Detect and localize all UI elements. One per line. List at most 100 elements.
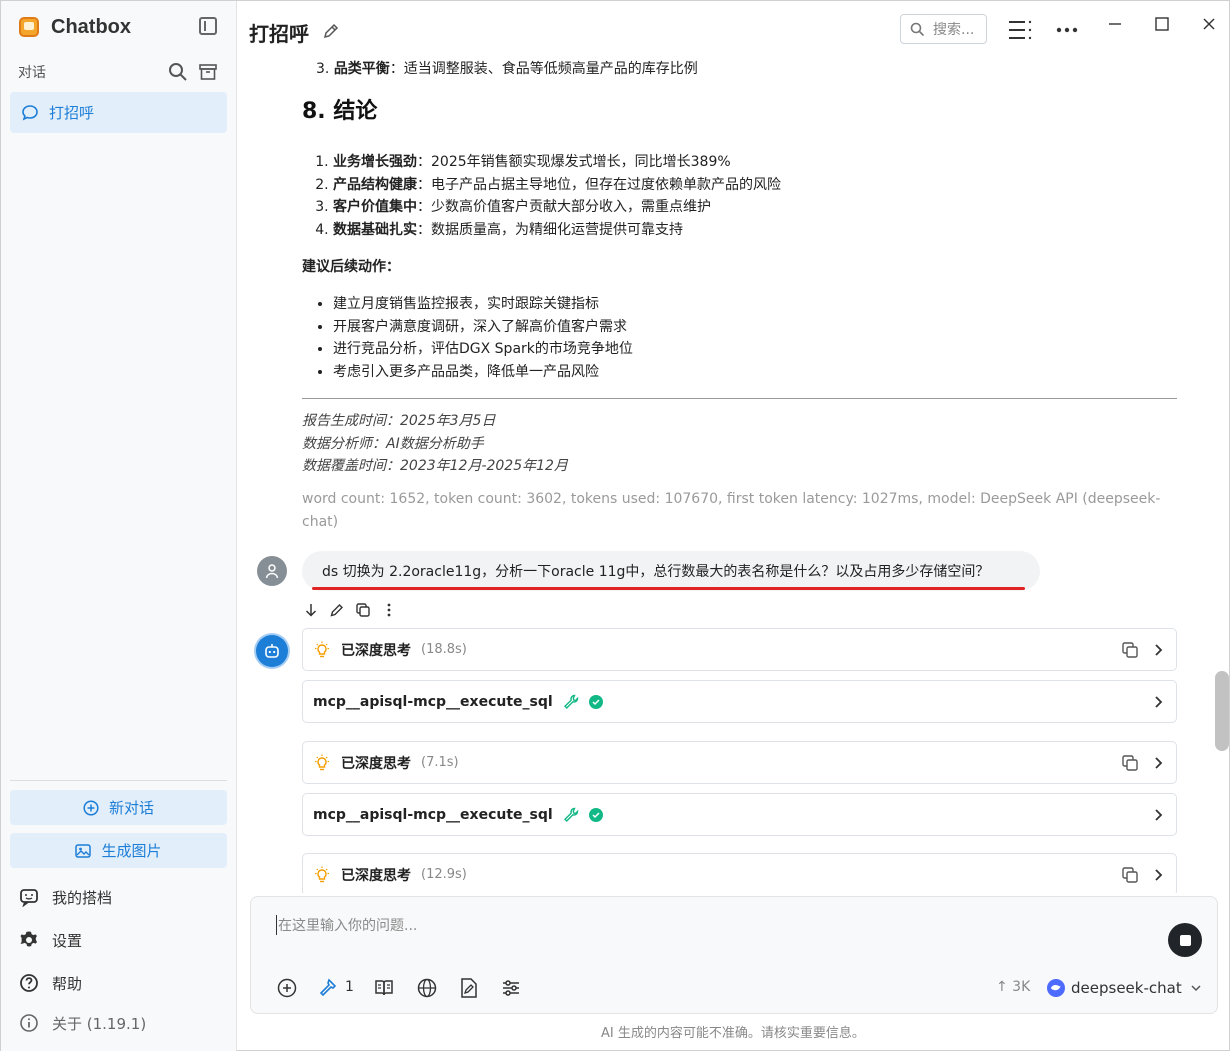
thinking-label: 已深度思考	[341, 755, 411, 772]
generate-image-label: 生成图片	[101, 842, 162, 860]
horizontal-rule	[302, 398, 1177, 399]
list-item: 开展客户满意度调研，深入了解高价值客户需求	[333, 316, 1177, 339]
new-chat-label: 新对话	[108, 799, 154, 817]
plus-circle-icon	[83, 799, 99, 816]
list-item: 建立月度销售监控报表，实时跟踪关键指标	[333, 293, 1177, 316]
minimize-icon[interactable]	[1102, 11, 1128, 37]
check-circle-icon	[588, 807, 603, 822]
document-edit-icon[interactable]	[458, 977, 480, 999]
attach-icon[interactable]	[276, 977, 298, 999]
thinking-card[interactable]: 已深度思考 (12.9s)	[302, 853, 1177, 893]
new-chat-button[interactable]: 新对话	[10, 790, 227, 825]
tools-hammer-icon[interactable]	[317, 977, 339, 999]
thinking-duration: (12.9s)	[421, 867, 467, 882]
chat-bubble-icon	[22, 104, 38, 120]
message-actions	[303, 600, 397, 620]
chevron-right-icon[interactable]	[1150, 807, 1166, 823]
my-copilots-link[interactable]: 我的搭档	[19, 885, 112, 909]
arrow-down-icon[interactable]	[303, 602, 319, 618]
section-heading: 8. 结论	[302, 99, 378, 124]
wrench-icon	[563, 807, 578, 822]
archive-icon[interactable]	[199, 63, 217, 81]
more-options-icon[interactable]	[1054, 17, 1080, 43]
tool-call-card[interactable]: mcp__apisql-mcp__execute_sql	[302, 680, 1177, 723]
gear-icon	[19, 930, 39, 950]
info-icon	[19, 1013, 39, 1033]
chevron-down-icon	[1191, 985, 1201, 992]
sidebar: Chatbox 对话 打招呼 新对话 生成图片 我的搭档 设置 帮助 关于 (1…	[1, 1, 237, 1051]
check-circle-icon	[588, 694, 603, 709]
chevron-right-icon[interactable]	[1150, 694, 1166, 710]
lightbulb-icon	[315, 754, 329, 770]
tool-call-label: mcp__apisql-mcp__execute_sql	[313, 806, 553, 823]
token-estimate: ↑ 3K	[996, 979, 1031, 995]
collapse-sidebar-icon[interactable]	[199, 17, 217, 35]
generate-image-button[interactable]: 生成图片	[10, 833, 227, 868]
edit-icon[interactable]	[329, 602, 345, 618]
knowledge-book-icon[interactable]	[373, 977, 395, 999]
model-name: deepseek-chat	[1071, 979, 1182, 997]
report-line: 数据分析师：AI数据分析助手	[302, 435, 484, 452]
close-icon[interactable]	[1196, 11, 1222, 37]
chevron-right-icon[interactable]	[1150, 867, 1166, 883]
app-window: Chatbox 对话 打招呼 新对话 生成图片 我的搭档 设置 帮助 关于 (1…	[0, 0, 1230, 1051]
list-item: 业务增长强劲：2025年销售额实现爆发式增长，同比增长389%	[333, 151, 1177, 174]
message-input[interactable]: 在这里输入你的问题...	[276, 915, 417, 935]
scrollbar-thumb[interactable]	[1215, 671, 1229, 751]
list-item: 3. 品类平衡：适当调整服装、食品等低频高量产品的库存比例	[316, 61, 698, 77]
list-item: 考虑引入更多产品品类，降低单一产品风险	[333, 361, 1177, 384]
help-icon	[19, 973, 39, 993]
list-item: 产品结构健康：电子产品占据主导地位，但存在过度依赖单款产品的风险	[333, 174, 1177, 197]
thinking-label: 已深度思考	[341, 867, 411, 884]
conversation-item[interactable]: 打招呼	[10, 92, 227, 133]
stop-generation-button[interactable]	[1168, 923, 1202, 957]
tool-call-card[interactable]: mcp__apisql-mcp__execute_sql	[302, 793, 1177, 836]
report-footer: 报告生成时间：2025年3月5日 数据分析师：AI数据分析助手 数据覆盖时间：2…	[302, 410, 1177, 478]
conversation-label: 打招呼	[49, 104, 95, 122]
brand: Chatbox	[19, 13, 131, 41]
copy-icon[interactable]	[1122, 642, 1138, 658]
more-vertical-icon[interactable]	[381, 602, 397, 618]
copy-icon[interactable]	[355, 602, 371, 618]
image-icon	[75, 843, 92, 858]
help-link[interactable]: 帮助	[19, 971, 82, 995]
thinking-duration: (7.1s)	[421, 755, 459, 770]
help-label: 帮助	[52, 974, 83, 993]
wrench-icon	[563, 694, 578, 709]
user-message-bubble: ds 切换为 2.2oracle11g，分析一下oracle 11g中，总行数最…	[302, 551, 1040, 591]
about-label: 关于 (1.19.1)	[52, 1014, 147, 1033]
header: 打招呼 搜索...	[237, 1, 1229, 59]
list-item: 客户价值集中：少数高价值客户贡献大部分收入，需重点维护	[333, 196, 1177, 219]
settings-label: 设置	[52, 931, 83, 950]
copy-icon[interactable]	[1122, 867, 1138, 883]
report-line: 数据覆盖时间：2023年12月-2025年12月	[302, 458, 568, 474]
thinking-card[interactable]: 已深度思考 (18.8s)	[302, 628, 1177, 671]
thinking-card[interactable]: 已深度思考 (7.1s)	[302, 741, 1177, 784]
thinking-duration: (18.8s)	[421, 642, 467, 657]
message-meta: word count: 1652, token count: 3602, tok…	[302, 491, 1161, 530]
report-line: 报告生成时间：2025年3月5日	[302, 413, 496, 429]
search-icon[interactable]	[168, 62, 188, 82]
edit-title-icon[interactable]	[323, 23, 339, 39]
user-icon	[265, 564, 279, 579]
thinking-label: 已深度思考	[341, 642, 411, 659]
my-copilots-label: 我的搭档	[52, 888, 113, 907]
chevron-right-icon[interactable]	[1150, 755, 1166, 771]
tools-count: 1	[345, 979, 354, 995]
copy-icon[interactable]	[1122, 755, 1138, 771]
search-icon	[910, 22, 925, 36]
chevron-right-icon[interactable]	[1150, 642, 1166, 658]
settings-link[interactable]: 设置	[19, 928, 82, 952]
about-link[interactable]: 关于 (1.19.1)	[19, 1011, 146, 1035]
toc-icon[interactable]	[1007, 17, 1033, 43]
search-input[interactable]: 搜索...	[900, 14, 987, 44]
maximize-icon[interactable]	[1149, 11, 1175, 37]
web-search-globe-icon[interactable]	[416, 977, 438, 999]
conclusion-list: 业务增长强劲：2025年销售额实现爆发式增长，同比增长389% 产品结构健康：电…	[302, 151, 1177, 241]
user-message-text: ds 切换为 2.2oracle11g，分析一下oracle 11g中，总行数最…	[322, 564, 990, 580]
model-selector[interactable]: deepseek-chat	[1047, 976, 1202, 1000]
sliders-settings-icon[interactable]	[500, 977, 522, 999]
message-composer: 在这里输入你的问题... 1 ↑ 3K deepseek-chat	[250, 896, 1218, 1014]
lightbulb-icon	[315, 641, 329, 657]
followup-title: 建议后续动作：	[302, 259, 400, 275]
